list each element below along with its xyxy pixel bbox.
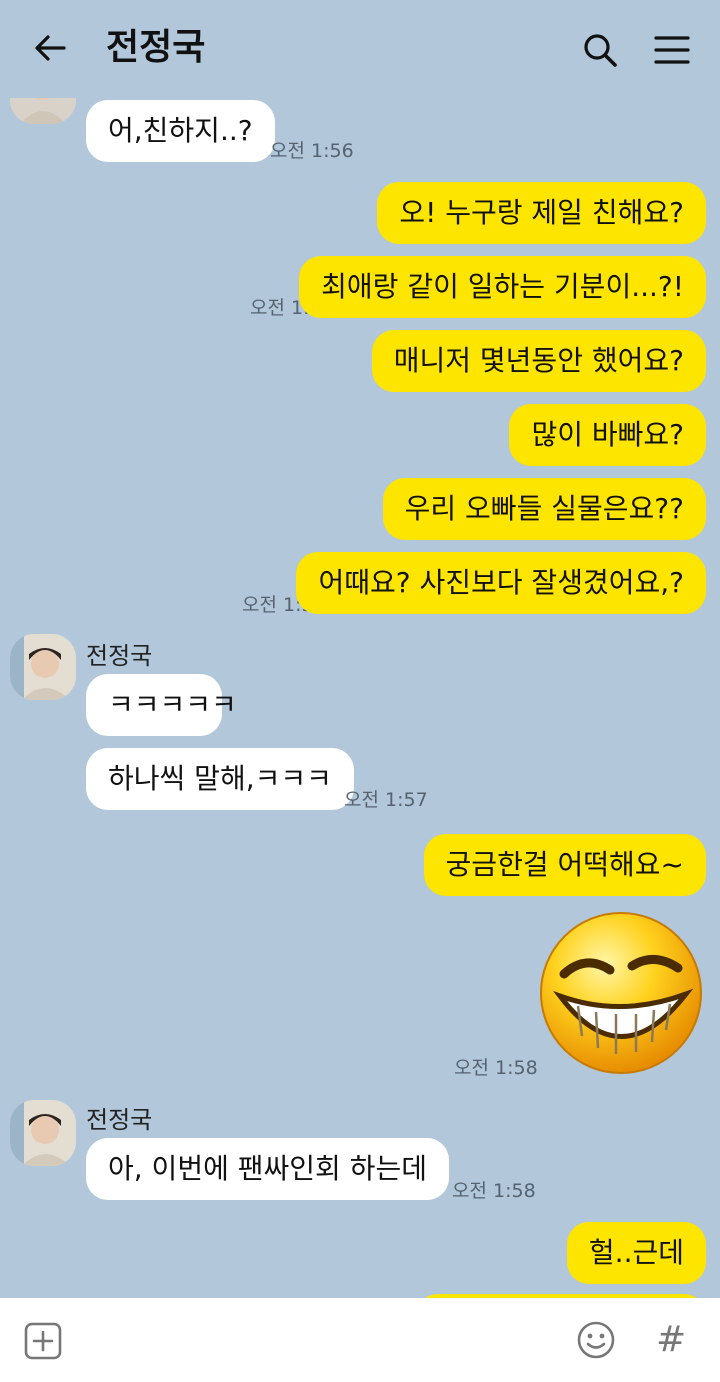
message-bubble[interactable]: 우리 오빠들 실물은요??: [382, 478, 706, 540]
hash-icon[interactable]: #: [656, 1318, 686, 1362]
hamburger-menu-icon[interactable]: [652, 32, 692, 68]
message-bubble[interactable]: 어때요? 사진보다 잘생겼어요,?: [296, 552, 706, 614]
profile-photo: [10, 1100, 76, 1166]
message-bubble[interactable]: 매니저 몇년동안 했어요?: [371, 330, 706, 392]
message-bubble[interactable]: 오! 누구랑 제일 친해요?: [377, 182, 706, 244]
message-bubble[interactable]: 헐..근데: [566, 1222, 706, 1284]
laughing-emoji-sticker[interactable]: [536, 908, 706, 1078]
message-bubble[interactable]: 많이 바빠요?: [509, 404, 706, 466]
message-time: 오전 1:56: [270, 140, 354, 162]
message-time: 오전 1:57: [344, 789, 428, 811]
chat-header: 전정국: [0, 0, 720, 98]
message-bubble[interactable]: 궁금한걸 어떡해요~: [423, 834, 706, 896]
plus-box-icon[interactable]: [24, 1322, 62, 1360]
message-bubble[interactable]: 하나씩 말해,ㅋㅋㅋ: [86, 748, 354, 810]
chat-title: 전정국: [106, 27, 206, 68]
message-bubble[interactable]: 아, 이번에 팬싸인회 하는데: [86, 1138, 449, 1200]
chat-area[interactable]: 어,친하지..? 오전 1:56 오! 누구랑 제일 친해요? 오전 1:56 …: [0, 0, 720, 1298]
smile-icon[interactable]: [576, 1320, 616, 1360]
sender-name: 전정국: [86, 642, 153, 670]
avatar[interactable]: [10, 1100, 76, 1166]
sender-name: 전정국: [86, 1106, 153, 1134]
message-bubble[interactable]: 어,친하지..?: [86, 100, 275, 162]
message-bubble[interactable]: ㅋㅋㅋㅋㅋ: [86, 674, 237, 736]
message-time: 오전 1:58: [452, 1180, 536, 1202]
message-time: 오전 1:58: [454, 1057, 538, 1079]
arrow-left-icon[interactable]: [30, 28, 70, 68]
profile-photo: [10, 634, 76, 700]
message-bubble[interactable]: 최애랑 같이 일하는 기분이...?!: [299, 256, 706, 318]
search-icon[interactable]: [580, 30, 620, 70]
avatar[interactable]: [10, 634, 76, 700]
